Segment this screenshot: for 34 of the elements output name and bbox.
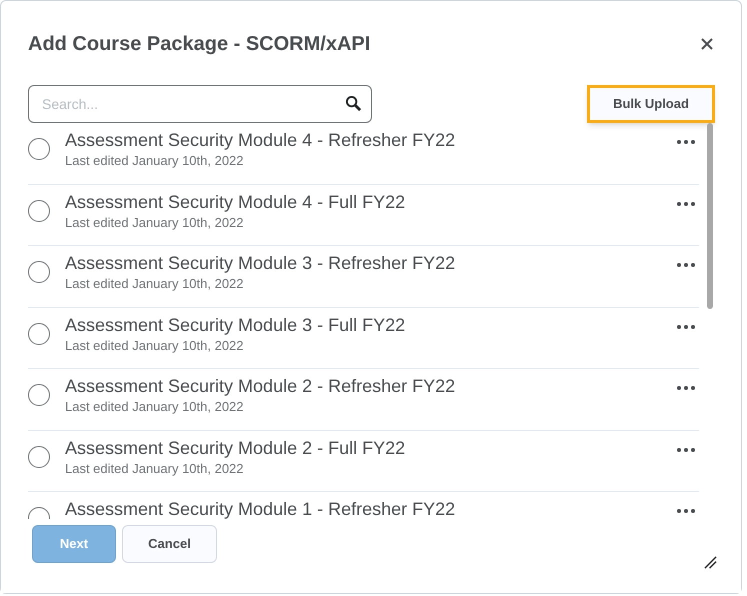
package-date: Last edited January 10th, 2022: [65, 336, 245, 354]
more-options-icon[interactable]: [677, 508, 695, 514]
package-title: Assessment Security Module 1 - Refresher FY22: [65, 498, 456, 519]
more-options-icon[interactable]: [677, 385, 695, 391]
package-title: Assessment Security Module 3 - Refresher FY22: [65, 252, 456, 274]
radio-button[interactable]: [28, 261, 50, 283]
search-icon: [345, 95, 362, 112]
dialog-title: Add Course Package - SCORM/xAPI: [28, 32, 370, 57]
more-options-icon[interactable]: [677, 139, 695, 145]
radio-button[interactable]: [28, 200, 50, 222]
scrollbar-thumb[interactable]: [707, 123, 713, 309]
package-date: Last edited January 10th, 2022: [65, 275, 245, 293]
package-date: Last edited January 10th, 2022: [65, 460, 245, 478]
radio-button[interactable]: [28, 322, 50, 344]
radio-button[interactable]: [28, 446, 50, 468]
search-field[interactable]: Search...: [28, 85, 372, 123]
cancel-button[interactable]: Cancel: [122, 525, 217, 563]
more-options-icon[interactable]: [677, 262, 695, 268]
radio-button[interactable]: [28, 138, 50, 160]
bulk-upload-button[interactable]: Bulk Upload: [587, 85, 715, 123]
package-title: Assessment Security Module 4 - Refresher FY22: [65, 129, 456, 151]
package-date: Last edited January 10th, 2022: [65, 214, 245, 232]
radio-button[interactable]: [28, 384, 50, 406]
package-title: Assessment Security Module 4 - Full FY22: [65, 190, 406, 212]
resize-handle-icon[interactable]: [704, 556, 717, 569]
close-icon[interactable]: [699, 36, 715, 52]
package-date: Last edited January 10th, 2022: [65, 152, 245, 170]
package-date: Last edited January 10th, 2022: [65, 398, 245, 416]
package-title: Assessment Security Module 3 - Full FY22: [65, 314, 406, 336]
package-title: Assessment Security Module 2 - Refresher FY22: [65, 375, 456, 397]
more-options-icon[interactable]: [677, 446, 695, 452]
more-options-icon[interactable]: [677, 324, 695, 330]
more-options-icon[interactable]: [677, 200, 695, 206]
package-title: Assessment Security Module 2 - Full FY22: [65, 436, 406, 458]
